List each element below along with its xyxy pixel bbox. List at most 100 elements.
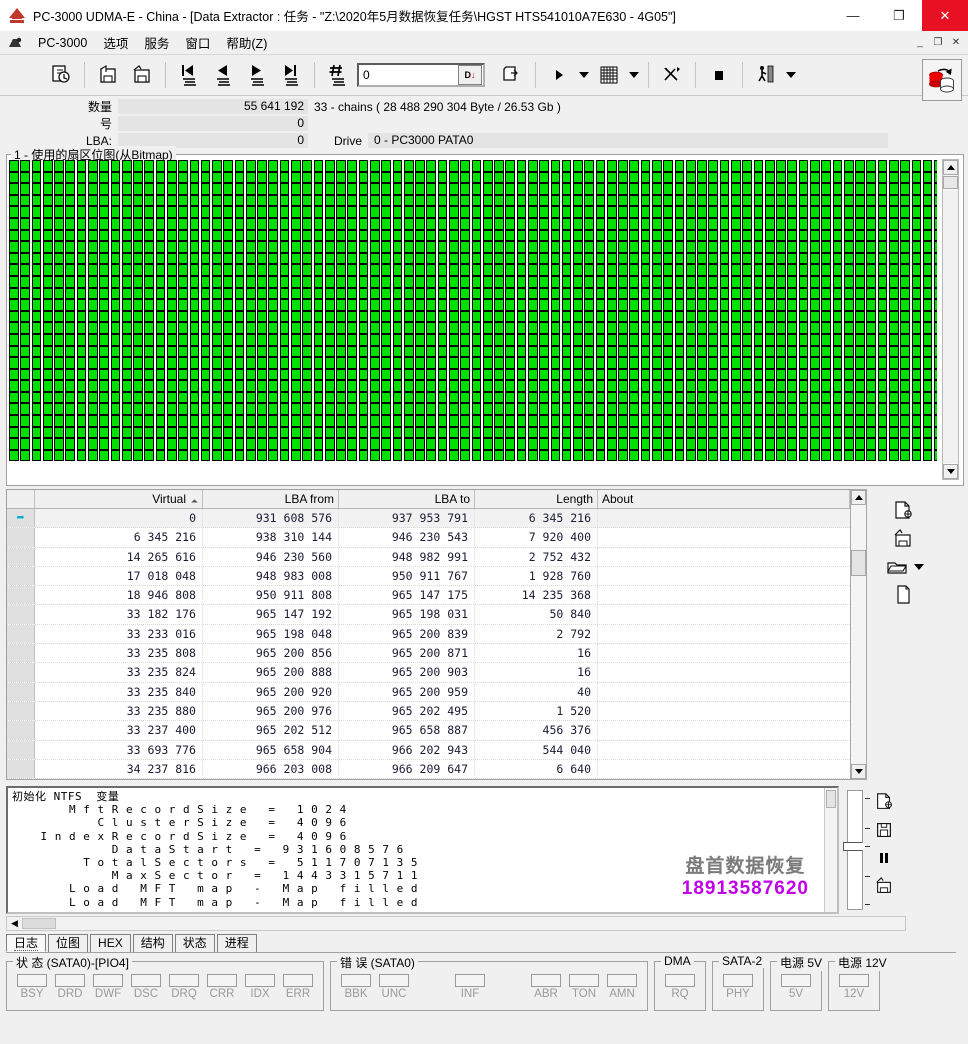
bitmap-cell[interactable] — [448, 194, 459, 207]
bitmap-cell[interactable] — [144, 183, 155, 195]
table-vertical-scrollbar[interactable] — [850, 489, 867, 780]
bitmap-cell[interactable] — [606, 241, 617, 253]
bitmap-cell[interactable] — [460, 299, 470, 311]
bitmap-cell[interactable] — [234, 415, 245, 427]
bitmap-cell[interactable] — [279, 438, 290, 450]
bitmap-cell[interactable] — [189, 194, 200, 207]
bitmap-cell[interactable] — [336, 391, 346, 404]
bitmap-cell[interactable] — [257, 194, 267, 207]
bitmap-cell[interactable] — [832, 287, 843, 300]
bitmap-cell[interactable] — [629, 275, 640, 288]
bitmap-cell[interactable] — [776, 391, 786, 404]
bitmap-cell[interactable] — [42, 403, 53, 416]
bitmap-cell[interactable] — [257, 241, 267, 253]
bitmap-cell[interactable] — [31, 252, 42, 265]
bitmap-cell[interactable] — [347, 380, 358, 392]
bitmap-cell[interactable] — [189, 229, 200, 242]
bitmap-cell[interactable] — [798, 160, 809, 172]
menu-item-window[interactable]: 窗口 — [177, 31, 218, 54]
bitmap-cell[interactable] — [539, 217, 549, 230]
bitmap-cell[interactable] — [99, 171, 109, 184]
bitmap-cell[interactable] — [347, 264, 358, 276]
bitmap-cell[interactable] — [527, 310, 538, 323]
bitmap-cell[interactable] — [121, 252, 132, 265]
bitmap-cell[interactable] — [708, 426, 719, 439]
bitmap-cell[interactable] — [900, 241, 910, 253]
bitmap-cell[interactable] — [539, 449, 549, 462]
table-row[interactable]: 6 345 216 938 310 144 946 230 543 7 920 400 — [7, 528, 850, 548]
bitmap-cell[interactable] — [843, 299, 854, 311]
bitmap-cell[interactable] — [595, 345, 606, 358]
bitmap-cell[interactable] — [42, 264, 53, 276]
bitmap-cell[interactable] — [652, 241, 662, 253]
bitmap-cell[interactable] — [121, 368, 132, 381]
bitmap-cell[interactable] — [302, 241, 312, 253]
bitmap-cell[interactable] — [561, 241, 572, 253]
bitmap-cell[interactable] — [764, 264, 775, 276]
bitmap-cell[interactable] — [133, 194, 143, 207]
bitmap-cell[interactable] — [54, 415, 64, 427]
bitmap-cell[interactable] — [245, 229, 256, 242]
bitmap-cell[interactable] — [257, 333, 267, 346]
bitmap-cell[interactable] — [494, 217, 504, 230]
bitmap-cell[interactable] — [42, 252, 53, 265]
bitmap-cell[interactable] — [494, 449, 504, 462]
bitmap-cell[interactable] — [336, 345, 346, 358]
bitmap-cell[interactable] — [110, 264, 121, 276]
bitmap-cell[interactable] — [731, 171, 741, 184]
bitmap-cell[interactable] — [652, 415, 662, 427]
bitmap-cell[interactable] — [166, 183, 177, 195]
bitmap-cell[interactable] — [809, 357, 820, 369]
menu-item-pc3000[interactable]: PC-3000 — [30, 34, 95, 52]
bitmap-cell[interactable] — [448, 160, 459, 172]
bitmap-cell[interactable] — [54, 299, 64, 311]
bitmap-cell[interactable] — [764, 426, 775, 439]
bitmap-cell[interactable] — [302, 426, 312, 439]
bitmap-cell[interactable] — [291, 160, 301, 172]
bitmap-cell[interactable] — [866, 357, 877, 369]
bitmap-cell[interactable] — [697, 299, 707, 311]
bitmap-cell[interactable] — [618, 194, 628, 207]
bitmap-cell[interactable] — [618, 449, 628, 462]
bitmap-cell[interactable] — [753, 194, 764, 207]
bitmap-cell[interactable] — [302, 380, 312, 392]
bitmap-cell[interactable] — [268, 171, 279, 184]
bitmap-cell[interactable] — [482, 310, 493, 323]
bitmap-cell[interactable] — [832, 264, 843, 276]
bitmap-cell[interactable] — [719, 287, 730, 300]
bitmap-cell[interactable] — [313, 333, 324, 346]
bitmap-cell[interactable] — [99, 415, 109, 427]
bitmap-cell[interactable] — [550, 252, 561, 265]
bitmap-cell[interactable] — [121, 310, 132, 323]
bitmap-cell[interactable] — [381, 275, 391, 288]
bitmap-cell[interactable] — [742, 171, 752, 184]
bitmap-cell[interactable] — [843, 391, 854, 404]
bitmap-cell[interactable] — [358, 426, 369, 439]
bitmap-cell[interactable] — [212, 194, 222, 207]
bitmap-cell[interactable] — [460, 264, 470, 276]
bitmap-cell[interactable] — [9, 426, 19, 439]
bitmap-cell[interactable] — [99, 275, 109, 288]
bitmap-cell[interactable] — [415, 345, 425, 358]
tab-5[interactable]: 进程 — [216, 934, 257, 952]
bitmap-cell[interactable] — [166, 322, 177, 334]
bitmap-cell[interactable] — [20, 391, 30, 404]
bitmap-cell[interactable] — [798, 171, 809, 184]
bitmap-cell[interactable] — [640, 287, 651, 300]
bitmap-cell[interactable] — [866, 333, 877, 346]
bitmap-cell[interactable] — [685, 206, 696, 218]
bitmap-cell[interactable] — [584, 426, 595, 439]
bitmap-cell[interactable] — [370, 299, 380, 311]
bitmap-cell[interactable] — [606, 217, 617, 230]
bitmap-cell[interactable] — [708, 206, 719, 218]
bitmap-cell[interactable] — [189, 183, 200, 195]
bitmap-cell[interactable] — [866, 275, 877, 288]
bitmap-cell[interactable] — [832, 357, 843, 369]
bitmap-cell[interactable] — [742, 252, 752, 265]
bitmap-cell[interactable] — [381, 438, 391, 450]
bitmap-cell[interactable] — [42, 160, 53, 172]
bitmap-cell[interactable] — [403, 183, 414, 195]
bitmap-cell[interactable] — [821, 299, 831, 311]
bitmap-cell[interactable] — [121, 229, 132, 242]
bitmap-cell[interactable] — [31, 403, 42, 416]
